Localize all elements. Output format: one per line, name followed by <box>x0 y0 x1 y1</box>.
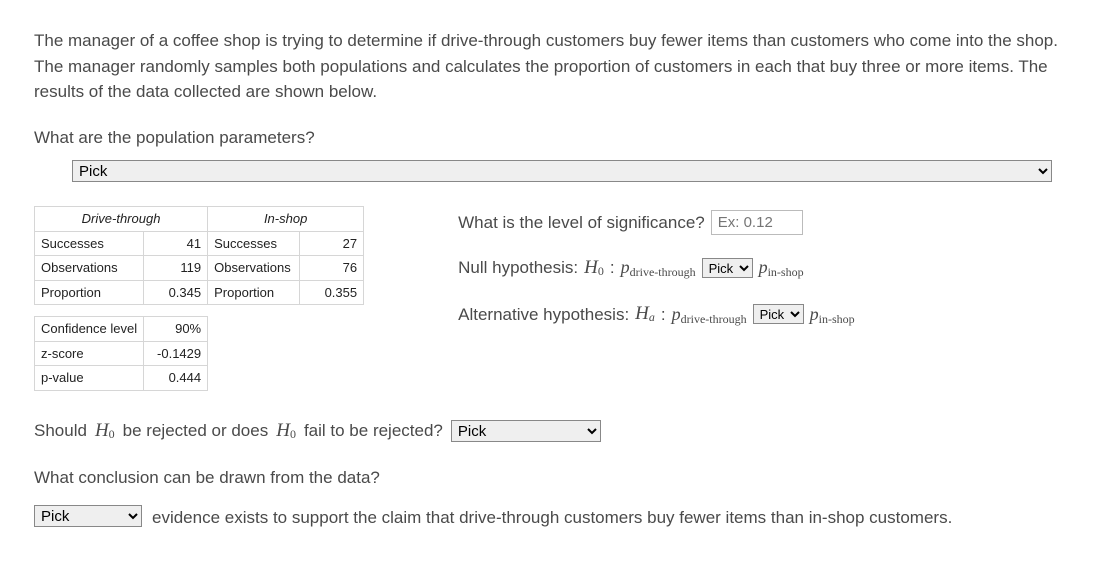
significance-input[interactable] <box>711 210 803 235</box>
null-hypothesis-operator-select[interactable]: Pick <box>702 258 753 278</box>
population-parameters-select[interactable]: Pick <box>72 160 1052 182</box>
problem-statement: The manager of a coffee shop is trying t… <box>34 28 1062 105</box>
table-row: Proportion 0.345 Proportion 0.355 <box>35 280 364 305</box>
p-drive-through-symbol: pdrive-through <box>621 254 696 281</box>
table-row: z-score -0.1429 <box>35 341 364 366</box>
col-header-in-shop: In-shop <box>208 207 364 232</box>
conclusion-text: evidence exists to support the claim tha… <box>152 505 952 531</box>
col-header-drive-through: Drive-through <box>35 207 208 232</box>
reject-question-pre: Should <box>34 418 87 444</box>
Ha-symbol: Ha <box>635 300 655 329</box>
conclusion-question: What conclusion can be drawn from the da… <box>34 465 1062 491</box>
question-population-parameters: What are the population parameters? <box>34 125 1062 151</box>
table-row: Successes 41 Successes 27 <box>35 231 364 256</box>
H0-symbol: H0 <box>584 254 604 283</box>
significance-question: What is the level of significance? <box>458 210 705 236</box>
reject-decision-select[interactable]: Pick <box>451 420 601 442</box>
H0-symbol-reject2: H0 <box>276 417 296 446</box>
reject-question-post: fail to be rejected? <box>304 418 443 444</box>
table-row: p-value 0.444 <box>35 366 364 391</box>
data-table: Drive-through In-shop Successes 41 Succe… <box>34 206 364 391</box>
reject-question-mid: be rejected or does <box>123 418 269 444</box>
table-row: Observations 119 Observations 76 <box>35 256 364 281</box>
table-row: Confidence level 90% <box>35 317 364 342</box>
p-in-shop-symbol: pin-shop <box>759 254 804 281</box>
H0-symbol-reject1: H0 <box>95 417 115 446</box>
alt-hypothesis-label: Alternative hypothesis: <box>458 302 629 328</box>
null-hypothesis-label: Null hypothesis: <box>458 255 578 281</box>
p-drive-through-symbol-alt: pdrive-through <box>672 301 747 328</box>
p-in-shop-symbol-alt: pin-shop <box>810 301 855 328</box>
data-table-block: Drive-through In-shop Successes 41 Succe… <box>34 206 364 391</box>
alt-hypothesis-operator-select[interactable]: Pick <box>753 304 804 324</box>
conclusion-select[interactable]: Pick <box>34 505 142 527</box>
